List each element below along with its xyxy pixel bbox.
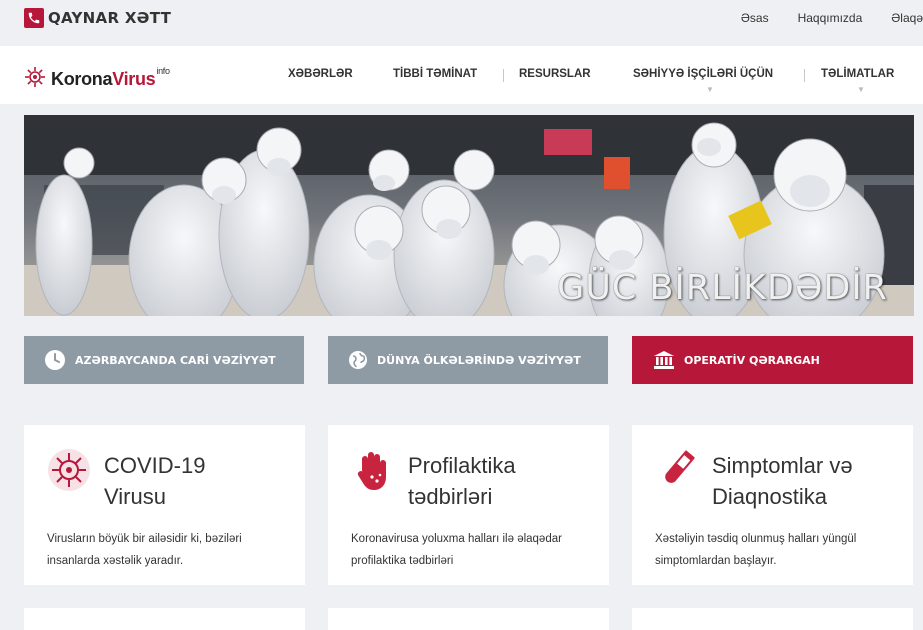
nav-resources[interactable]: RESURSLAR (519, 68, 591, 80)
top-links: Əsas Haqqımızda Əlaqə (712, 11, 923, 25)
azerbaijan-status-button[interactable]: AZƏRBAYCANDA CARİ VƏZİYYƏT (24, 336, 304, 384)
nav-separator (503, 69, 504, 82)
site-logo[interactable]: KoronaVirusinfo (24, 66, 170, 93)
nav-separator (804, 69, 805, 82)
card-title-line: Diaqnostika (712, 484, 827, 509)
site-header: KoronaVirusinfo XƏBƏRLƏR TİBBİ TƏMİNAT R… (0, 46, 923, 104)
world-status-button[interactable]: DÜNYA ÖLKƏLƏRİNDƏ VƏZİYYƏT (328, 336, 608, 384)
hand-icon (350, 447, 396, 493)
chevron-down-icon: ▼ (857, 85, 865, 94)
globe-icon (348, 350, 368, 370)
card-text: Xəstəliyin təsdiq olunmuş halları yüngül… (655, 533, 857, 567)
top-link-home[interactable]: Əsas (741, 11, 769, 25)
chevron-down-icon: ▼ (706, 85, 714, 94)
hotline[interactable]: QAYNAR XƏTT (24, 8, 171, 28)
phone-icon (24, 8, 44, 28)
card-title: COVID-19 Virusu (104, 450, 205, 512)
card-title: Simptomlar və Diaqnostika (712, 450, 853, 512)
logo-virus-icon (24, 66, 46, 93)
nav-instructions[interactable]: TƏLİMATLAR (821, 68, 894, 80)
test-tube-icon (654, 447, 700, 493)
clock-icon (44, 349, 66, 371)
hero-caption: GÜC BİRLİKDƏDİR (557, 268, 888, 308)
hotline-label: QAYNAR XƏTT (48, 9, 172, 27)
card-title-line: Simptomlar və (712, 453, 853, 478)
nav-health-workers[interactable]: SƏHİYYƏ İŞÇİLƏRİ ÜÇÜN (633, 68, 773, 80)
card-text: Koronavirusa yoluxma halları ilə əlaqəda… (351, 533, 562, 567)
logo-accent: Virus (112, 69, 156, 89)
top-link-contact[interactable]: Əlaqə (891, 11, 923, 25)
card-title-line: Profilaktika (408, 453, 516, 478)
card-title-line: COVID-19 (104, 453, 206, 478)
top-bar: QAYNAR XƏTT Əsas Haqqımızda Əlaqə (0, 0, 923, 46)
top-link-about[interactable]: Haqqımızda (798, 11, 863, 25)
logo-sup: info (156, 66, 170, 76)
card-text: Virusların böyük bir ailəsidir ki, bəzil… (47, 533, 242, 567)
card-title-line: tədbirləri (408, 484, 493, 509)
operational-hq-label: OPERATİV QƏRARGAH (684, 353, 820, 367)
world-status-label: DÜNYA ÖLKƏLƏRİNDƏ VƏZİYYƏT (377, 353, 581, 367)
hero-banner[interactable]: GÜC BİRLİKDƏDİR (24, 115, 914, 316)
nav-medical-supply[interactable]: TİBBİ TƏMİNAT (393, 68, 477, 80)
virus-icon (46, 447, 92, 493)
card-row2-2[interactable] (328, 608, 609, 630)
card-title: Profilaktika tədbirləri (408, 450, 516, 512)
operational-hq-button[interactable]: OPERATİV QƏRARGAH (632, 336, 913, 384)
card-symptoms[interactable]: Simptomlar və Diaqnostika Xəstəliyin təs… (632, 425, 913, 585)
logo-text: KoronaVirusinfo (51, 66, 170, 90)
nav-news[interactable]: XƏBƏRLƏR (288, 68, 353, 80)
card-row2-3[interactable] (632, 608, 913, 630)
card-title-line: Virusu (104, 484, 166, 509)
card-prevention[interactable]: Profilaktika tədbirləri Koronavirusa yol… (328, 425, 609, 585)
azerbaijan-status-label: AZƏRBAYCANDA CARİ VƏZİYYƏT (75, 353, 276, 367)
card-covid-virus[interactable]: COVID-19 Virusu Virusların böyük bir ail… (24, 425, 305, 585)
bank-icon (653, 350, 675, 370)
card-row2-1[interactable] (24, 608, 305, 630)
logo-prefix: Korona (51, 69, 113, 89)
